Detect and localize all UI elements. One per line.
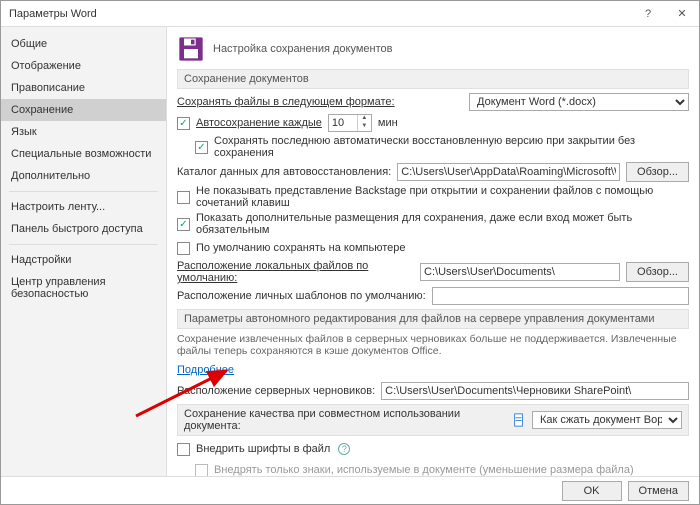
- sidebar-item-addins[interactable]: Надстройки: [1, 249, 166, 271]
- autosave-checkbox[interactable]: ✓: [177, 117, 190, 130]
- autosave-label: Автосохранение каждые: [196, 117, 322, 129]
- keep-last-checkbox[interactable]: ✓: [195, 141, 208, 154]
- default-pc-label: По умолчанию сохранять на компьютере: [196, 242, 405, 254]
- sidebar-item-display[interactable]: Отображение: [1, 55, 166, 77]
- server-drafts-input[interactable]: [381, 382, 689, 400]
- cancel-button[interactable]: Отмена: [628, 481, 689, 501]
- sidebar: Общие Отображение Правописание Сохранени…: [1, 27, 167, 477]
- keep-last-label: Сохранять последнюю автоматически восста…: [214, 135, 689, 159]
- tmpl-loc-label: Расположение личных шаблонов по умолчани…: [177, 290, 426, 302]
- sidebar-item-save[interactable]: Сохранение: [1, 99, 166, 121]
- catalog-label: Каталог данных для автовосстановления:: [177, 166, 391, 178]
- offline-note: Сохранение извлеченных файлов в серверны…: [177, 333, 689, 357]
- group-offline: Параметры автономного редактирования для…: [177, 309, 689, 329]
- sidebar-item-ribbon[interactable]: Настроить ленту...: [1, 196, 166, 218]
- learn-more-link[interactable]: Подробнее: [177, 364, 234, 376]
- ok-button[interactable]: OK: [562, 481, 622, 501]
- server-drafts-label: Расположение серверных черновиков:: [177, 385, 375, 397]
- no-backstage-label: Не показывать представление Backstage пр…: [196, 185, 689, 209]
- no-backstage-checkbox[interactable]: [177, 191, 190, 204]
- sidebar-item-trust[interactable]: Центр управления безопасностью: [1, 271, 166, 305]
- show-additional-label: Показать дополнительные размещения для с…: [196, 212, 689, 236]
- group-save-docs: Сохранение документов: [177, 69, 689, 89]
- footer: OK Отмена: [1, 476, 699, 504]
- sidebar-item-general[interactable]: Общие: [1, 33, 166, 55]
- tmpl-loc-input[interactable]: [432, 287, 689, 305]
- save-format-select[interactable]: Документ Word (*.docx): [469, 93, 689, 111]
- local-loc-browse-button[interactable]: Обзор...: [626, 262, 689, 282]
- sidebar-item-advanced[interactable]: Дополнительно: [1, 165, 166, 187]
- panel-title: Настройка сохранения документов: [213, 43, 392, 55]
- panel-header: Настройка сохранения документов: [177, 35, 689, 63]
- title-bar: Параметры Word ? ✕: [1, 1, 699, 27]
- autosave-minutes-spinner[interactable]: ▲▼: [328, 114, 372, 132]
- help-icon[interactable]: ?: [631, 1, 665, 27]
- catalog-input[interactable]: [397, 163, 620, 181]
- embed-fonts-label: Внедрить шрифты в файл: [196, 443, 330, 455]
- sidebar-item-qat[interactable]: Панель быстрого доступа: [1, 218, 166, 240]
- help-icon-embed[interactable]: ?: [338, 443, 350, 455]
- default-pc-checkbox[interactable]: [177, 242, 190, 255]
- window-title: Параметры Word: [9, 8, 97, 20]
- close-icon[interactable]: ✕: [665, 1, 699, 27]
- sidebar-item-proofing[interactable]: Правописание: [1, 77, 166, 99]
- autosave-unit: мин: [378, 117, 398, 129]
- group-quality: Сохранение качества при совместном испол…: [177, 404, 689, 436]
- save-format-label: Сохранять файлы в следующем формате:: [177, 96, 395, 108]
- show-additional-checkbox[interactable]: ✓: [177, 218, 190, 231]
- sidebar-item-access[interactable]: Специальные возможности: [1, 143, 166, 165]
- embed-only-checkbox: [195, 464, 208, 477]
- quality-doc-select[interactable]: Как сжать документ Ворд: [532, 411, 682, 429]
- embed-only-label: Внедрять только знаки, используемые в до…: [214, 464, 634, 476]
- save-icon: [177, 35, 205, 63]
- embed-fonts-checkbox[interactable]: [177, 443, 190, 456]
- sidebar-item-language[interactable]: Язык: [1, 121, 166, 143]
- document-icon: [512, 413, 526, 427]
- catalog-browse-button[interactable]: Обзор...: [626, 162, 689, 182]
- local-loc-input[interactable]: [420, 263, 620, 281]
- local-loc-label: Расположение локальных файлов по умолчан…: [177, 260, 414, 284]
- content-panel: Настройка сохранения документов Сохранен…: [167, 27, 699, 477]
